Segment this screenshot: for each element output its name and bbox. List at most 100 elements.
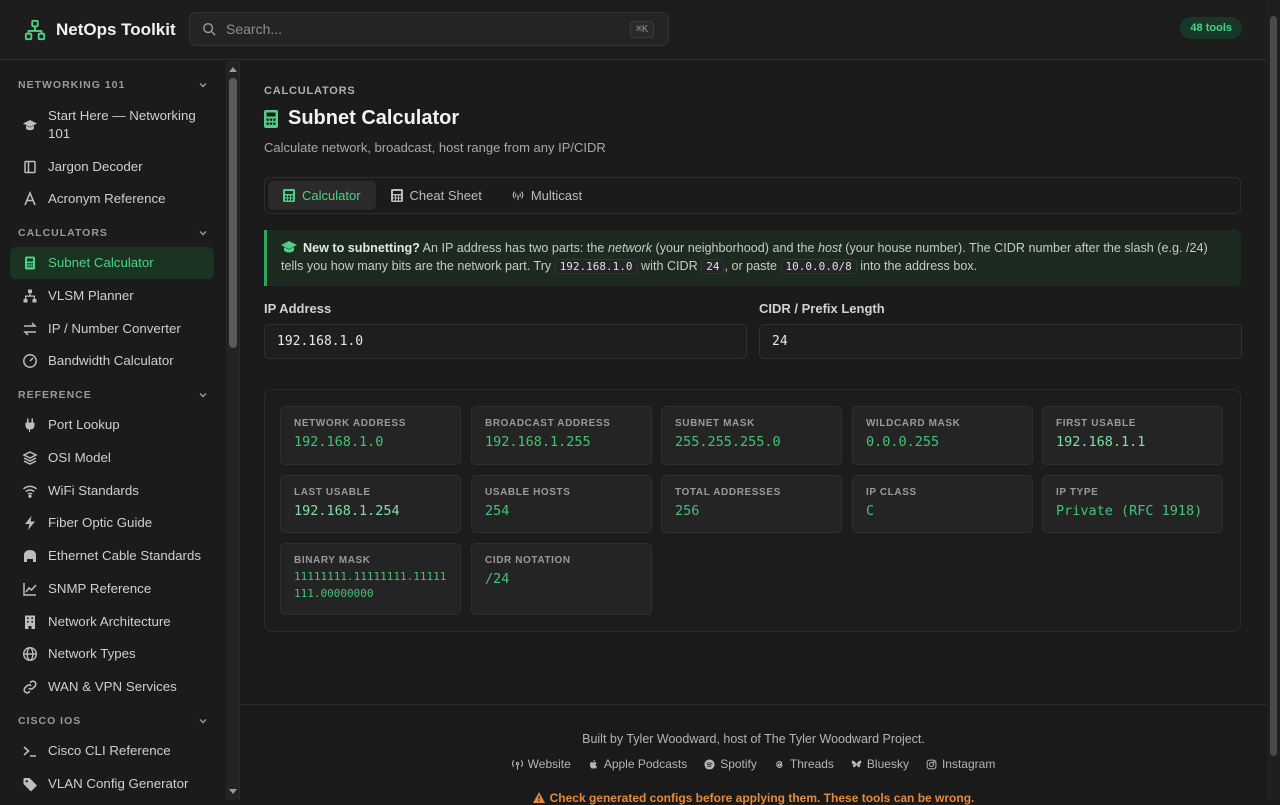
calculator-icon: [390, 189, 403, 202]
scroll-up-arrow-icon[interactable]: [229, 67, 237, 72]
tab-label: Multicast: [530, 188, 583, 203]
callout-emphasis: host: [817, 241, 842, 255]
tab-multicast[interactable]: Multicast: [497, 181, 597, 210]
spotify-icon: [704, 758, 715, 770]
result-value: 11111111.11111111.11111111.00000000: [294, 570, 447, 600]
sidebar-item-snmp-reference[interactable]: SNMP Reference: [10, 576, 214, 602]
scrollbar-thumb[interactable]: [229, 78, 237, 348]
page-title: Subnet Calculator: [288, 107, 460, 129]
tab-bar: Calculator Cheat Sheet Multicast: [264, 177, 1241, 214]
footer: Built by Tyler Woodward, host of The Tyl…: [240, 704, 1267, 805]
page-subtitle: Calculate network, broadcast, host range…: [264, 140, 606, 155]
result-key: BROADCAST ADDRESS: [485, 418, 611, 429]
section-title: REFERENCE: [18, 389, 92, 401]
sidebar-item-label: Acronym Reference: [48, 191, 166, 206]
page-scrollbar[interactable]: [1267, 0, 1280, 800]
sidebar-item-wan-vpn-services[interactable]: WAN & VPN Services: [10, 674, 214, 700]
sidebar-item-subnet-calculator[interactable]: Subnet Calculator: [10, 247, 214, 279]
search-box[interactable]: ⌘K: [189, 12, 669, 46]
sidebar-item-label: Network Types: [48, 646, 136, 661]
sidebar-item-start-here[interactable]: Start Here — Networking 101: [10, 105, 214, 145]
chevron-down-icon: [199, 393, 207, 398]
sidebar-item-network-types[interactable]: Network Types: [10, 641, 214, 667]
result-cidr-notation: CIDR NOTATION/24: [471, 543, 652, 615]
calculator-icon: [264, 109, 278, 128]
result-key: TOTAL ADDRESSES: [675, 487, 781, 498]
sidebar-item-acronym-reference[interactable]: Acronym Reference: [10, 187, 214, 211]
cidr-input[interactable]: [759, 324, 1242, 359]
instagram-link[interactable]: Instagram: [926, 757, 995, 771]
section-header[interactable]: CISCO IOS: [0, 709, 226, 733]
instagram-icon: [926, 759, 937, 769]
result-key: LAST USABLE: [294, 487, 371, 498]
link-label: Apple Podcasts: [603, 757, 688, 771]
footer-links: Website Apple Podcasts Spotify Threads B…: [240, 757, 1267, 771]
section-cisco-ios: CISCO IOS: [0, 709, 226, 733]
sidebar-item-label: Fiber Optic Guide: [48, 515, 153, 530]
brand[interactable]: NetOps Toolkit: [24, 19, 190, 41]
result-key: WILDCARD MASK: [866, 418, 961, 429]
tab-cheat-sheet[interactable]: Cheat Sheet: [376, 181, 497, 210]
result-value: 254: [485, 503, 510, 519]
sidebar-scrollbar[interactable]: [226, 61, 240, 800]
sidebar-item-network-architecture[interactable]: Network Architecture: [10, 609, 214, 635]
scroll-down-arrow-icon[interactable]: [229, 789, 237, 794]
line-chart-icon: [23, 583, 37, 596]
sidebar-item-wifi-standards[interactable]: WiFi Standards: [10, 478, 214, 504]
gauge-icon: [23, 354, 37, 368]
apple-podcasts-link[interactable]: Apple Podcasts: [588, 757, 687, 771]
link-icon: [23, 680, 37, 694]
sidebar-item-label: Start Here — Networking 101: [48, 108, 196, 141]
sidebar-item-ip-number-converter[interactable]: IP / Number Converter: [10, 316, 214, 342]
broadcast-antenna-icon: [512, 191, 524, 201]
category-label: CALCULATORS: [264, 85, 356, 97]
tab-label: Calculator: [302, 188, 361, 203]
building-icon: [25, 615, 35, 629]
calculator-icon: [25, 256, 35, 270]
section-header[interactable]: CALCULATORS: [0, 221, 226, 245]
sidebar-item-fiber-optic-guide[interactable]: Fiber Optic Guide: [10, 510, 214, 536]
tab-label: Cheat Sheet: [409, 188, 482, 203]
result-value: 192.168.1.1: [1056, 434, 1146, 450]
result-value: C: [866, 503, 875, 519]
ip-address-input[interactable]: [264, 324, 747, 359]
result-value: 192.168.1.255: [485, 434, 591, 450]
tab-calculator[interactable]: Calculator: [268, 181, 376, 210]
letter-a-icon: [24, 191, 36, 206]
section-header[interactable]: REFERENCE: [0, 383, 226, 407]
sidebar-item-jargon-decoder[interactable]: Jargon Decoder: [10, 155, 214, 179]
sidebar-item-label: VLAN Config Generator: [48, 776, 189, 791]
sidebar-item-vlsm-planner[interactable]: VLSM Planner: [10, 283, 214, 309]
result-value: 192.168.1.254: [294, 503, 400, 519]
result-key: IP CLASS: [866, 487, 917, 498]
link-label: Instagram: [941, 757, 996, 771]
lightning-bolt-icon: [25, 516, 35, 530]
footer-warning: Check generated configs before applying …: [240, 791, 1267, 805]
website-link[interactable]: Website: [511, 757, 571, 771]
search-input[interactable]: [226, 21, 630, 37]
chevron-down-icon: [199, 231, 207, 236]
calculator-icon: [283, 189, 295, 202]
bluesky-link[interactable]: Bluesky: [851, 757, 909, 771]
sidebar-item-label: Port Lookup: [48, 417, 120, 432]
spotify-link[interactable]: Spotify: [704, 757, 757, 771]
threads-link[interactable]: Threads: [774, 757, 834, 771]
section-title: CALCULATORS: [18, 227, 108, 239]
result-key: SUBNET MASK: [675, 418, 755, 429]
sidebar-item-cisco-cli-reference[interactable]: Cisco CLI Reference: [10, 738, 214, 764]
section-header[interactable]: NETWORKING 101: [0, 73, 226, 97]
sidebar-item-vlan-config-generator[interactable]: VLAN Config Generator: [10, 771, 214, 797]
podcast-antenna-icon: [511, 759, 523, 770]
sidebar-item-label: OSI Model: [48, 450, 111, 465]
ethernet-port-icon: [24, 550, 36, 562]
sidebar-item-osi-model[interactable]: OSI Model: [10, 445, 214, 471]
chevron-down-icon: [199, 719, 207, 724]
sidebar-item-port-lookup[interactable]: Port Lookup: [10, 412, 214, 438]
callout-lead: New to subnetting?: [303, 241, 420, 255]
sidebar: NETWORKING 101 Start Here — Networking 1…: [0, 61, 226, 800]
sidebar-item-ethernet-cable-standards[interactable]: Ethernet Cable Standards: [10, 543, 214, 569]
callout-text: into the address box.: [856, 259, 978, 273]
results-panel: NETWORK ADDRESS 192.168.1.0 BROADCAST ADD…: [264, 389, 1241, 632]
sidebar-item-bandwidth-calculator[interactable]: Bandwidth Calculator: [10, 348, 214, 374]
title-row: Subnet Calculator: [264, 107, 459, 130]
